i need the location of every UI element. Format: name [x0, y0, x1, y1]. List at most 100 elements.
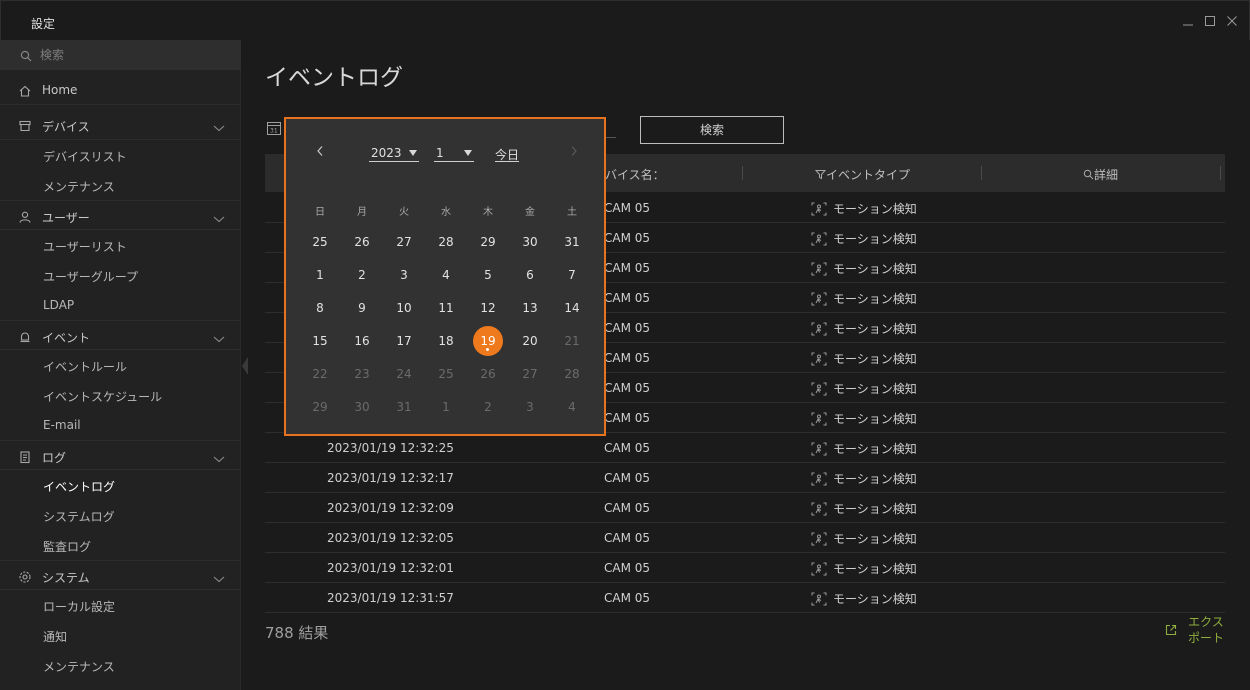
calendar-day[interactable]: 2 — [347, 260, 377, 290]
calendar-day[interactable]: 24 — [389, 359, 419, 389]
calendar-day[interactable]: 29 — [473, 227, 503, 257]
calendar-day[interactable]: 17 — [389, 326, 419, 356]
sidebar-group-devices[interactable]: デバイス — [0, 110, 241, 140]
calendar-day[interactable]: 25 — [305, 227, 335, 257]
calendar-day[interactable]: 2 — [473, 392, 503, 422]
minimize-icon[interactable] — [1181, 14, 1195, 28]
calendar-day[interactable]: 16 — [347, 326, 377, 356]
calendar-day[interactable]: 22 — [305, 359, 335, 389]
sidebar-item-event-schedule[interactable]: イベントスケジュール — [0, 380, 241, 410]
search-button[interactable]: 検索 — [640, 116, 784, 144]
calendar-day-selected[interactable]: 19 — [473, 326, 503, 356]
calendar-icon[interactable]: 31 — [266, 120, 282, 136]
sidebar-group-system[interactable]: システム — [0, 560, 241, 590]
calendar-day[interactable]: 1 — [305, 260, 335, 290]
calendar-day[interactable]: 8 — [305, 293, 335, 323]
calendar-day[interactable]: 3 — [389, 260, 419, 290]
sidebar-item-event-log[interactable]: イベントログ — [0, 470, 241, 500]
maximize-icon[interactable] — [1203, 14, 1217, 28]
motion-detection-icon — [811, 411, 827, 426]
calendar-day[interactable]: 31 — [557, 227, 587, 257]
device-name: CAM 05 — [604, 531, 651, 545]
today-button[interactable]: 今日 — [495, 146, 520, 162]
calendar-day[interactable]: 30 — [515, 227, 545, 257]
calendar-day[interactable]: 20 — [515, 326, 545, 356]
calendar-day[interactable]: 9 — [347, 293, 377, 323]
calendar-day[interactable]: 31 — [389, 392, 419, 422]
sidebar-item-home[interactable]: Home — [0, 75, 241, 105]
calendar-day[interactable]: 12 — [473, 293, 503, 323]
column-header-device[interactable]: バイス名： — [605, 166, 665, 183]
column-header-event-type[interactable]: イベントタイプ — [814, 166, 910, 183]
calendar-day[interactable]: 5 — [473, 260, 503, 290]
sidebar-item-user-list[interactable]: ユーザーリスト — [0, 230, 241, 260]
year-value: 2023 — [371, 146, 402, 160]
calendar-day[interactable]: 11 — [431, 293, 461, 323]
sidebar-group-users[interactable]: ユーザー — [0, 200, 241, 230]
close-icon[interactable] — [1225, 14, 1239, 28]
sidebar-collapse-handle[interactable] — [241, 355, 249, 377]
chevron-down-icon[interactable] — [213, 570, 225, 583]
chevron-down-icon[interactable] — [213, 210, 225, 223]
device-name: CAM 05 — [604, 381, 651, 395]
filter-icon[interactable] — [814, 169, 827, 180]
sidebar-item-email[interactable]: E-mail — [0, 410, 241, 440]
sidebar-item-audit-log[interactable]: 監査ログ — [0, 530, 241, 560]
sidebar-item-ldap[interactable]: LDAP — [0, 290, 241, 320]
calendar-day[interactable]: 14 — [557, 293, 587, 323]
table-row[interactable]: 2023/01/19 12:32:17 CAM 05 モーション検知 — [265, 463, 1225, 493]
calendar-day[interactable]: 4 — [431, 260, 461, 290]
chevron-down-icon[interactable] — [213, 119, 225, 132]
sidebar: Home デバイス デバイスリスト メンテナンス ユーザー ユーザーリスト ユー… — [0, 40, 241, 690]
calendar-day[interactable]: 18 — [431, 326, 461, 356]
table-row[interactable]: 2023/01/19 12:32:01 CAM 05 モーション検知 — [265, 553, 1225, 583]
calendar-day[interactable]: 10 — [389, 293, 419, 323]
event-time: 2023/01/19 12:31:57 — [327, 591, 454, 605]
chevron-down-icon[interactable] — [213, 450, 225, 463]
table-row[interactable]: 2023/01/19 12:32:05 CAM 05 モーション検知 — [265, 523, 1225, 553]
sidebar-group-events[interactable]: イベント — [0, 320, 241, 350]
year-select[interactable]: 2023 — [369, 146, 419, 162]
sidebar-group-log[interactable]: ログ — [0, 440, 241, 470]
calendar-day[interactable]: 26 — [347, 227, 377, 257]
sidebar-item-event-rule[interactable]: イベントルール — [0, 350, 241, 380]
calendar-day[interactable]: 30 — [347, 392, 377, 422]
sidebar-item-notification[interactable]: 通知 — [0, 620, 241, 650]
calendar-day[interactable]: 28 — [557, 359, 587, 389]
table-row[interactable]: 2023/01/19 12:31:57 CAM 05 モーション検知 — [265, 583, 1225, 613]
chevron-down-icon[interactable] — [213, 330, 225, 343]
sidebar-item-device-list[interactable]: デバイスリスト — [0, 140, 241, 170]
calendar-day[interactable]: 21 — [557, 326, 587, 356]
motion-detection-icon — [811, 381, 827, 396]
calendar-day[interactable]: 7 — [557, 260, 587, 290]
sidebar-item-system-log[interactable]: システムログ — [0, 500, 241, 530]
calendar-day[interactable]: 26 — [473, 359, 503, 389]
prev-month-button[interactable] — [312, 143, 328, 159]
sidebar-search[interactable] — [0, 40, 241, 70]
month-select[interactable]: 1 — [434, 146, 474, 162]
sidebar-item-local-settings[interactable]: ローカル設定 — [0, 590, 241, 620]
table-row[interactable]: 2023/01/19 12:32:09 CAM 05 モーション検知 — [265, 493, 1225, 523]
calendar-day[interactable]: 27 — [389, 227, 419, 257]
calendar-day[interactable]: 23 — [347, 359, 377, 389]
calendar-day[interactable]: 27 — [515, 359, 545, 389]
event-type: モーション検知 — [833, 202, 917, 216]
calendar-day[interactable]: 3 — [515, 392, 545, 422]
calendar-day[interactable]: 4 — [557, 392, 587, 422]
table-row[interactable]: 2023/01/19 12:32:25 CAM 05 モーション検知 — [265, 433, 1225, 463]
calendar-day[interactable]: 28 — [431, 227, 461, 257]
sidebar-item-system-maintenance[interactable]: メンテナンス — [0, 650, 241, 680]
calendar-day[interactable]: 6 — [515, 260, 545, 290]
calendar-day[interactable]: 1 — [431, 392, 461, 422]
column-header-detail[interactable]: 詳細 — [1083, 166, 1118, 183]
calendar-day[interactable]: 15 — [305, 326, 335, 356]
export-button[interactable]: エクス ポート — [1164, 614, 1226, 648]
calendar-day[interactable]: 25 — [431, 359, 461, 389]
device-name: CAM 05 — [604, 201, 651, 215]
calendar-day[interactable]: 29 — [305, 392, 335, 422]
calendar-day[interactable]: 13 — [515, 293, 545, 323]
sidebar-item-device-maintenance[interactable]: メンテナンス — [0, 170, 241, 200]
sidebar-item-user-group[interactable]: ユーザーグループ — [0, 260, 241, 290]
sidebar-search-input[interactable] — [40, 46, 230, 64]
next-month-button[interactable] — [566, 143, 582, 159]
